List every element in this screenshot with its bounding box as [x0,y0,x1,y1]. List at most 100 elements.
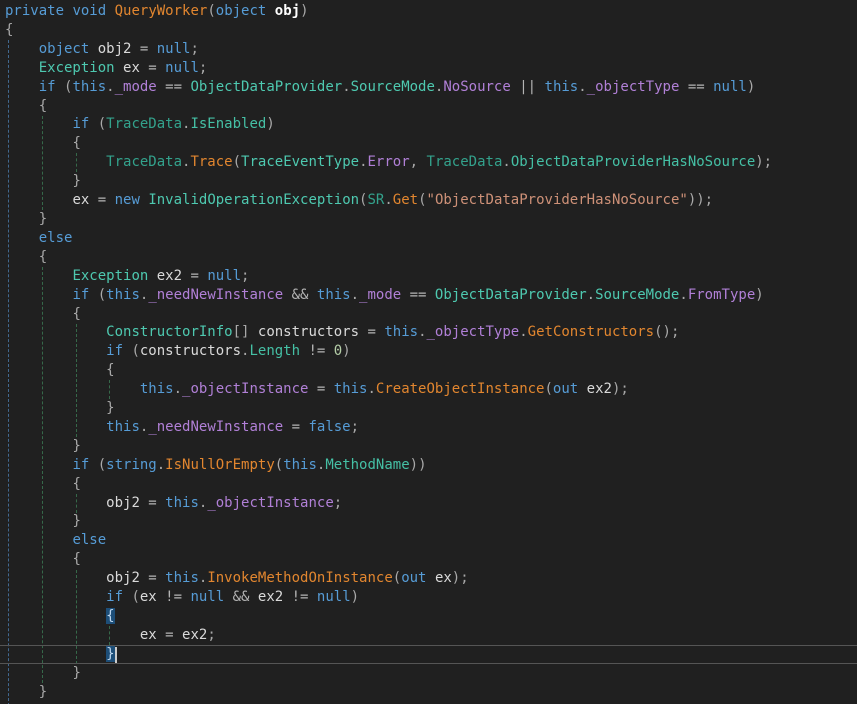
token-pu: ; [241,268,249,284]
token-fl: _objectInstance [207,495,333,511]
code-line[interactable]: } [5,172,772,191]
code-line[interactable]: if (constructors.Length != 0) [5,342,772,361]
token-pu: { [39,98,47,114]
token-lo: ex [435,570,452,586]
code-line[interactable]: Exception ex2 = null; [5,267,772,286]
code-line[interactable]: obj2 = this._objectInstance; [5,494,772,513]
code-line[interactable]: } [5,399,772,418]
token-pr: ObjectDataProviderHasNoSource [511,154,755,170]
code-line[interactable]: TraceData.Trace(TraceEventType.Error, Tr… [5,153,772,172]
token-ws [5,98,39,114]
token-sty: TraceData [106,116,182,132]
token-ws [5,268,72,284]
token-lo: ex2 [587,381,612,397]
token-fl: Error [368,154,410,170]
code-line[interactable]: { [5,21,772,40]
code-line[interactable]: { [5,134,772,153]
token-pu: { [39,249,47,265]
token-ws [5,457,72,473]
token-ws [5,570,106,586]
token-pu: ( [275,457,283,473]
code-line[interactable]: ConstructorInfo[] constructors = this._o… [5,323,772,342]
code-line[interactable]: ex = new InvalidOperationException(SR.Ge… [5,191,772,210]
code-line[interactable]: { [5,475,772,494]
token-kw: this [106,419,140,435]
token-pu: ( [418,192,426,208]
token-pu: ( [233,154,241,170]
token-pu: . [157,457,165,473]
token-pu: ) [755,287,763,303]
code-line[interactable]: this._needNewInstance = false; [5,418,772,437]
code-line[interactable]: if (ex != null && ex2 != null) [5,588,772,607]
code-line[interactable]: else [5,531,772,550]
token-ws [5,684,39,700]
code-line[interactable]: else [5,229,772,248]
token-me: IsNullOrEmpty [165,457,275,473]
code-line[interactable]: } [5,512,772,531]
code-line[interactable]: } [5,437,772,456]
token-ws [5,551,72,567]
token-ws [5,60,39,76]
token-pu: } [72,513,80,529]
token-pu: { [106,362,114,378]
token-pu: ( [89,457,106,473]
token-pu: } [106,400,114,416]
token-lo: ex [123,60,140,76]
token-pu: { [72,306,80,322]
token-ws [5,116,72,132]
code-line[interactable]: { [5,607,772,626]
token-pu: ( [56,79,73,95]
token-ws [106,3,114,19]
code-line[interactable]: obj2 = this.InvokeMethodOnInstance(out e… [5,569,772,588]
token-kw: string [106,457,157,473]
token-op: && [224,589,258,605]
code-editor[interactable]: private void QueryWorker(object obj){ ob… [0,0,857,704]
code-line[interactable]: } [5,664,772,683]
token-pu: ( [393,570,401,586]
token-lo: ex [140,589,157,605]
token-op: != [157,589,191,605]
token-pu: . [342,79,350,95]
token-pu: [] [233,324,250,340]
token-lo: ex2 [182,627,207,643]
token-pu: ; [207,627,215,643]
code-line[interactable]: if (string.IsNullOrEmpty(this.MethodName… [5,456,772,475]
token-sty: TraceData [427,154,503,170]
code-line[interactable]: this._objectInstance = this.CreateObject… [5,380,772,399]
code-line[interactable]: } [5,645,772,664]
token-kw: this [317,287,351,303]
code-line[interactable]: object obj2 = null; [5,40,772,59]
code-line[interactable]: if (this._needNewInstance && this._mode … [5,286,772,305]
code-line[interactable]: ex = ex2; [5,626,772,645]
code-line[interactable]: { [5,97,772,116]
token-kw: null [713,79,747,95]
token-me: Get [393,192,418,208]
token-ws [5,438,72,454]
token-lo: ex2 [258,589,283,605]
code-line[interactable]: { [5,361,772,380]
code-line[interactable]: if (this._mode == ObjectDataProvider.Sou… [5,78,772,97]
token-ws [89,41,97,57]
code-line[interactable]: Exception ex = null; [5,59,772,78]
code-line[interactable]: if (TraceData.IsEnabled) [5,115,772,134]
token-pu: { [72,135,80,151]
token-kw: new [115,192,140,208]
code-line[interactable]: private void QueryWorker(object obj) [5,2,772,21]
token-pu: )) [410,457,427,473]
token-sty: SR [367,192,384,208]
code-line[interactable]: { [5,305,772,324]
token-ws [5,343,106,359]
token-ty: ObjectDataProvider [435,287,587,303]
code-line[interactable]: { [5,550,772,569]
token-pr: IsEnabled [190,116,266,132]
token-kw: this [72,79,106,95]
token-ty: SourceMode [351,79,435,95]
token-ws [5,135,72,151]
code-line[interactable]: } [5,210,772,229]
token-ws [5,79,39,95]
token-pu: } [72,173,80,189]
code-line[interactable]: } [5,683,772,702]
token-pu: { [72,551,80,567]
token-kw: if [39,79,56,95]
code-line[interactable]: { [5,248,772,267]
